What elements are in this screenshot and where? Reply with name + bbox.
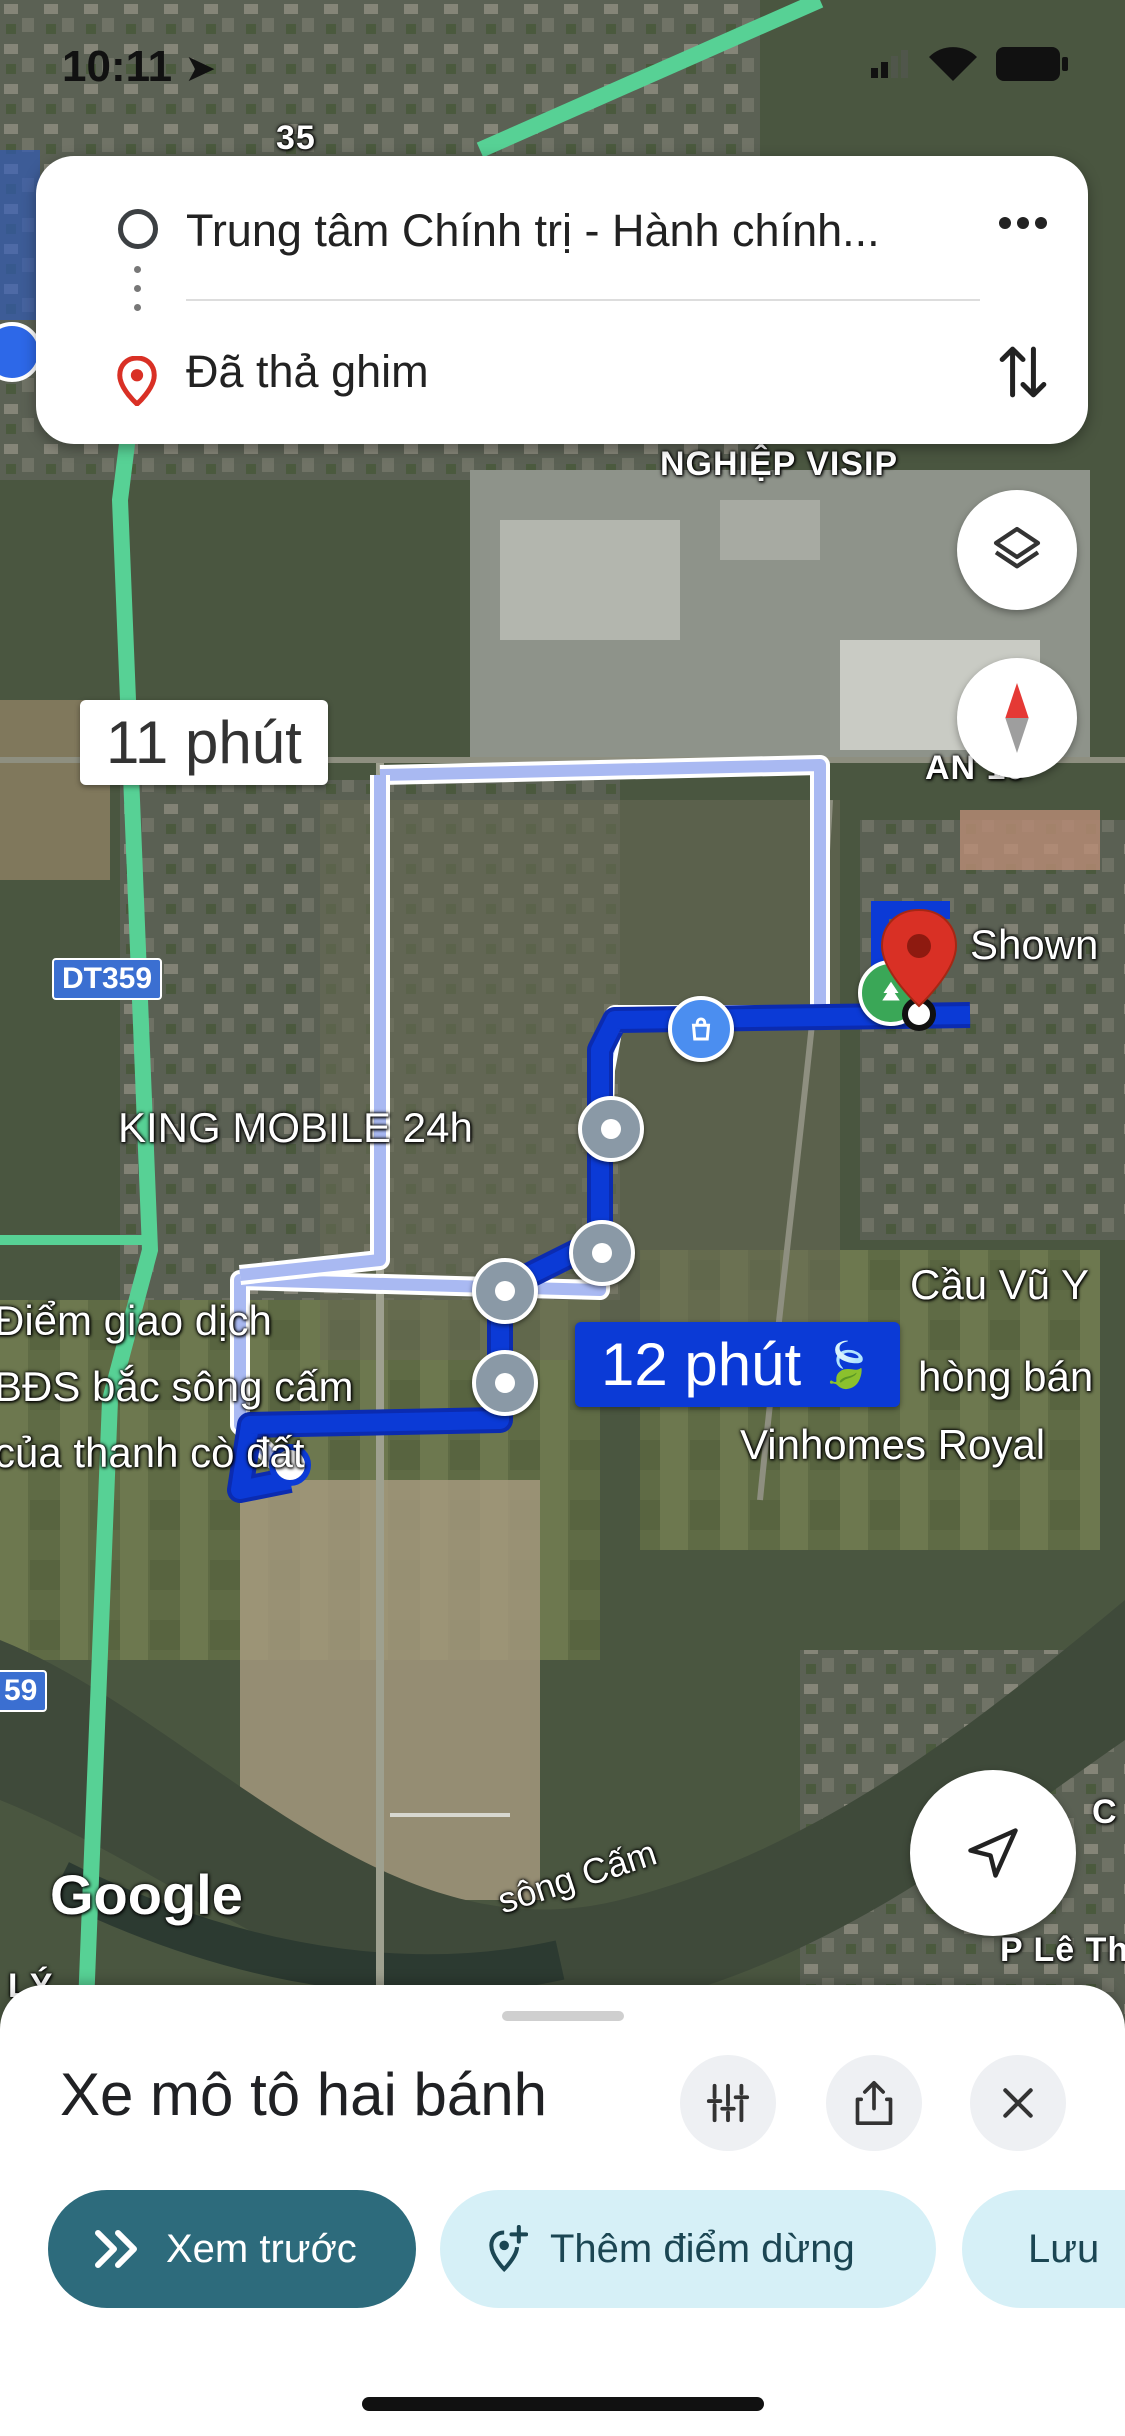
eta-selected-text: 12 phút bbox=[601, 1331, 802, 1398]
map-layers-button[interactable] bbox=[957, 490, 1077, 610]
add-stop-label: Thêm điểm dừng bbox=[550, 2226, 855, 2271]
save-button[interactable]: Lưu bbox=[962, 2190, 1125, 2308]
status-time-text: 10:11 bbox=[62, 42, 173, 91]
travel-mode-title: Xe mô tô hai bánh bbox=[60, 2061, 548, 2128]
eco-leaf-icon: 🍃 bbox=[819, 1340, 874, 1390]
map-label-diem-giao-dich-line2: BĐS bắc sông cấm bbox=[0, 1363, 354, 1410]
share-button[interactable] bbox=[826, 2055, 922, 2151]
route-dots-icon bbox=[134, 266, 142, 322]
compass-icon bbox=[1005, 683, 1029, 753]
poi-pin-1[interactable] bbox=[569, 1220, 635, 1286]
preview-label: Xem trước bbox=[166, 2226, 357, 2271]
map-label-shown[interactable]: Shown bbox=[970, 920, 1098, 970]
map-label-cau-vu-yen[interactable]: Cầu Vũ Y bbox=[910, 1260, 1089, 1310]
origin-circle-icon bbox=[118, 209, 158, 249]
add-stop-button[interactable]: Thêm điểm dừng bbox=[440, 2190, 936, 2308]
destination-field[interactable]: Đã thả ghim bbox=[186, 322, 986, 422]
navigation-arrow-icon bbox=[968, 1828, 1018, 1878]
swap-direction-icon[interactable] bbox=[998, 340, 1048, 404]
preview-button[interactable]: Xem trước bbox=[48, 2190, 416, 2308]
share-icon bbox=[855, 2080, 893, 2125]
directions-bottom-sheet[interactable]: Xe mô tô hai bánh Xem trước Thêm điểm dừ… bbox=[0, 1985, 1125, 2436]
road-shield-59: 59 bbox=[0, 1670, 48, 1712]
map-label-c: C bbox=[1092, 1793, 1118, 1831]
map-label-diem-giao-dich[interactable]: Điểm giao dịch bbox=[0, 1296, 272, 1346]
origin-text: Trung tâm Chính trị - Hành chính... bbox=[186, 205, 880, 256]
map-label-king-mobile[interactable]: KING MOBILE 24h bbox=[118, 1103, 473, 1153]
road-shield-dt359: DT359 bbox=[52, 958, 163, 1000]
eta-selected-route[interactable]: 12 phút 🍃 bbox=[575, 1322, 900, 1407]
status-bar: 10:11 ➤ bbox=[0, 0, 1125, 140]
compass-button[interactable] bbox=[957, 658, 1077, 778]
sheet-drag-handle[interactable] bbox=[502, 2011, 624, 2021]
map-label-vinhomes[interactable]: Vinhomes Royal bbox=[740, 1420, 1045, 1470]
home-indicator[interactable] bbox=[362, 2397, 764, 2411]
destination-text: Đã thả ghim bbox=[186, 346, 429, 397]
location-arrow-icon: ➤ bbox=[184, 48, 217, 90]
tune-sliders-icon bbox=[706, 2083, 750, 2123]
add-location-icon bbox=[489, 2225, 528, 2273]
eta-alternate-text: 11 phút bbox=[106, 709, 302, 776]
signal-icon bbox=[871, 50, 908, 78]
map-label-visip: NGHIỆP VISIP bbox=[660, 445, 899, 483]
status-time: 10:11 ➤ bbox=[62, 42, 216, 92]
origin-field[interactable]: Trung tâm Chính trị - Hành chính... bbox=[186, 181, 986, 281]
eta-alternate-route[interactable]: 11 phút bbox=[80, 700, 328, 785]
map-label-diem-giao-dich-line3: của thanh cò đất bbox=[0, 1429, 305, 1476]
map-label-phong-ban[interactable]: hòng bán bbox=[918, 1352, 1093, 1402]
poi-pin-2[interactable] bbox=[472, 1258, 538, 1324]
destination-marker-icon bbox=[117, 356, 157, 406]
route-divider bbox=[186, 299, 980, 301]
map-label-p-le-th: P Lê Th bbox=[1000, 1931, 1125, 1969]
save-label: Lưu bbox=[1028, 2226, 1100, 2271]
more-options-icon[interactable] bbox=[998, 216, 1048, 230]
close-icon bbox=[1003, 2088, 1033, 2118]
poi-pin-diem-giao-dich[interactable] bbox=[472, 1350, 538, 1416]
double-chevron-icon bbox=[95, 2230, 137, 2268]
close-button[interactable] bbox=[970, 2055, 1066, 2151]
destination-pin-icon[interactable] bbox=[876, 906, 962, 1036]
battery-icon bbox=[996, 47, 1068, 81]
layers-icon bbox=[993, 526, 1041, 569]
my-location-button[interactable] bbox=[910, 1770, 1076, 1936]
wifi-icon bbox=[929, 47, 977, 81]
poi-pin-king-mobile[interactable] bbox=[578, 1096, 644, 1162]
route-card: Trung tâm Chính trị - Hành chính... Đã t… bbox=[36, 156, 1088, 444]
shopping-pin-icon[interactable] bbox=[668, 996, 734, 1062]
google-logo: Google bbox=[50, 1863, 243, 1926]
route-options-button[interactable] bbox=[680, 2055, 776, 2151]
